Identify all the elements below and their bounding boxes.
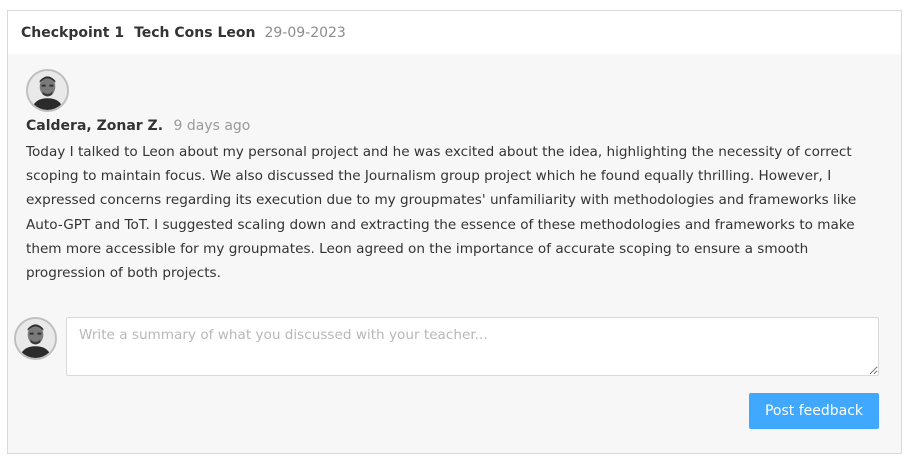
author-avatar[interactable] — [26, 69, 69, 112]
current-user-avatar — [14, 317, 57, 360]
comment-meta: Caldera, Zonar Z. 9 days ago — [26, 116, 866, 137]
comment-timestamp: 9 days ago — [173, 118, 251, 134]
checkpoint-title: Tech Cons Leon — [134, 24, 256, 41]
user-avatar-icon — [28, 71, 67, 110]
user-avatar-icon — [16, 319, 55, 358]
summary-input[interactable] — [66, 317, 879, 376]
checkpoint-label: Checkpoint 1 — [21, 24, 125, 41]
comment-author[interactable]: Caldera, Zonar Z. — [26, 118, 163, 134]
post-feedback-button[interactable]: Post feedback — [749, 393, 879, 429]
comment-body: Today I talked to Leon about my personal… — [26, 144, 857, 282]
comment: Caldera, Zonar Z. 9 days ago Today I tal… — [26, 69, 866, 285]
checkpoint-date: 29-09-2023 — [264, 24, 346, 41]
card-header: Checkpoint 1 Tech Cons Leon 29-09-2023 — [8, 11, 901, 54]
